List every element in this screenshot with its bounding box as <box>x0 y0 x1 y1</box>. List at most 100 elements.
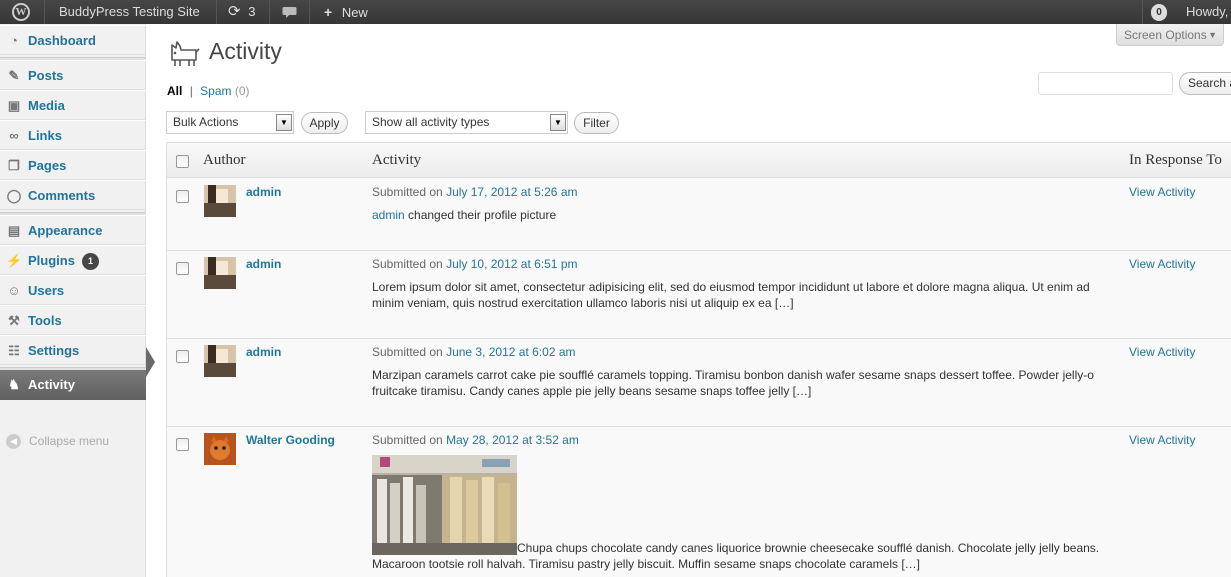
avatar[interactable] <box>204 257 236 289</box>
search-input[interactable] <box>1038 72 1173 95</box>
sidebar-item-label: Links <box>28 128 62 143</box>
activity-text: changed their profile picture <box>408 208 557 222</box>
plugin-updates-badge: 1 <box>82 253 99 270</box>
link-icon: ∞ <box>9 128 19 143</box>
activity-dog-icon <box>171 41 200 66</box>
admin-sidebar: ◔ Dashboard ✎ Posts ▣ Media ∞ Links ❐ Pa… <box>0 24 146 577</box>
search-activities-button[interactable]: Search a <box>1179 72 1231 95</box>
activity-icon: ♞ <box>8 377 20 392</box>
sidebar-item-tools[interactable]: ⚒ Tools <box>0 305 146 335</box>
filter-button[interactable]: Filter <box>574 112 619 134</box>
sidebar-item-label: Posts <box>28 68 64 83</box>
sidebar-item-label: Pages <box>28 158 67 173</box>
select-all-checkbox[interactable] <box>176 155 189 168</box>
sidebar-item-posts[interactable]: ✎ Posts <box>0 60 146 90</box>
updates-link[interactable]: ⟳ 3 <box>228 0 255 24</box>
submitted-prefix: Submitted on <box>372 433 443 447</box>
new-label: New <box>341 5 368 20</box>
notifications-badge[interactable]: 0 <box>1151 4 1167 21</box>
collapse-menu-button[interactable]: ◀ Collapse menu <box>0 430 146 452</box>
author-link[interactable]: admin <box>246 185 281 199</box>
column-in-response-to: In Response To <box>1129 152 1222 168</box>
author-link[interactable]: admin <box>246 345 281 359</box>
divider <box>309 0 310 24</box>
row-checkbox[interactable] <box>176 190 189 203</box>
filter-spam-link[interactable]: Spam <box>200 84 231 98</box>
sidebar-item-activity[interactable]: ♞ Activity <box>0 370 146 400</box>
activity-type-value: Show all activity types <box>372 115 490 129</box>
sidebar-item-media[interactable]: ▣ Media <box>0 90 146 120</box>
view-activity-link[interactable]: View Activity <box>1129 345 1195 359</box>
row-checkbox[interactable] <box>176 262 189 275</box>
users-icon: ☺ <box>7 283 21 298</box>
sidebar-item-users[interactable]: ☺ Users <box>0 275 146 305</box>
view-activity-link[interactable]: View Activity <box>1129 433 1195 447</box>
plug-icon: ⚡ <box>6 253 23 268</box>
howdy-account-link[interactable]: Howdy, <box>1186 0 1228 24</box>
activity-date-link[interactable]: June 3, 2012 at 6:02 am <box>446 345 575 359</box>
row-checkbox[interactable] <box>176 438 189 451</box>
sidebar-item-label: Activity <box>28 377 75 392</box>
site-name-link[interactable]: BuddyPress Testing Site <box>59 0 200 24</box>
filter-all-link[interactable]: All <box>167 84 182 98</box>
new-content-link[interactable]: + New <box>324 0 368 24</box>
sidebar-item-label: Comments <box>28 188 96 203</box>
row-checkbox[interactable] <box>176 350 189 363</box>
screen-options-button[interactable]: Screen Options ▼ <box>1116 24 1224 46</box>
submitted-date: Submitted on July 10, 2012 at 6:51 pm <box>372 257 577 271</box>
column-author[interactable]: Author <box>203 152 246 169</box>
sidebar-item-plugins[interactable]: ⚡ Plugins 1 <box>0 245 146 275</box>
submitted-date: Submitted on June 3, 2012 at 6:02 am <box>372 345 576 359</box>
apply-button[interactable]: Apply <box>301 112 348 134</box>
divider <box>269 0 270 24</box>
collapse-arrow-icon: ◀ <box>6 434 21 449</box>
table-row: Walter Gooding Submitted on May 28, 2012… <box>167 427 1231 577</box>
screen-options-label: Screen Options <box>1124 28 1207 42</box>
sidebar-item-pages[interactable]: ❐ Pages <box>0 150 146 180</box>
table-header: Author Activity In Response To <box>167 143 1231 178</box>
activity-date-link[interactable]: July 17, 2012 at 5:26 am <box>446 185 577 199</box>
avatar[interactable] <box>204 185 236 217</box>
view-activity-link[interactable]: View Activity <box>1129 257 1195 271</box>
sidebar-item-label: Users <box>28 283 65 298</box>
pages-icon: ❐ <box>8 158 20 173</box>
updates-count: 3 <box>248 4 256 19</box>
activity-text: Chupa chups chocolate candy canes liquor… <box>372 541 1100 571</box>
collapse-menu-label: Collapse menu <box>29 434 110 448</box>
main-content: Screen Options ▼ Activity All | Spam (0)… <box>146 24 1231 577</box>
view-activity-link[interactable]: View Activity <box>1129 185 1195 199</box>
avatar[interactable] <box>204 433 236 465</box>
dashboard-icon: ◔ <box>10 33 18 48</box>
divider <box>44 0 45 24</box>
activity-date-link[interactable]: May 28, 2012 at 3:52 am <box>446 433 579 447</box>
author-link[interactable]: Walter Gooding <box>246 433 335 447</box>
sidebar-item-links[interactable]: ∞ Links <box>0 120 146 150</box>
dropdown-arrow-icon: ▼ <box>550 114 566 131</box>
refresh-icon: ⟳ <box>228 3 241 20</box>
tools-icon: ⚒ <box>8 313 20 328</box>
comment-bubble-icon <box>282 7 297 18</box>
activity-date-link[interactable]: July 10, 2012 at 6:51 pm <box>446 257 577 271</box>
media-icon: ▣ <box>7 98 21 113</box>
avatar[interactable] <box>204 345 236 377</box>
wordpress-logo-icon[interactable]: W <box>12 3 30 21</box>
activity-type-select[interactable]: Show all activity types ▼ <box>365 111 568 134</box>
submitted-prefix: Submitted on <box>372 345 443 359</box>
sidebar-item-appearance[interactable]: ▤ Appearance <box>0 215 146 245</box>
spam-count: (0) <box>234 84 250 98</box>
bulk-actions-value: Bulk Actions <box>173 115 239 129</box>
activity-text: Lorem ipsum dolor sit amet, consectetur … <box>372 280 1090 310</box>
sidebar-item-comments[interactable]: ◯ Comments <box>0 180 146 210</box>
table-row: admin Submitted on July 10, 2012 at 6:51… <box>167 251 1231 339</box>
submitted-prefix: Submitted on <box>372 185 443 199</box>
sidebar-item-dashboard[interactable]: ◔ Dashboard <box>0 25 146 55</box>
activity-table: Author Activity In Response To admin Sub… <box>166 142 1231 577</box>
page-title: Activity <box>209 38 282 64</box>
divider <box>1142 0 1143 24</box>
user-link[interactable]: admin <box>372 208 405 222</box>
admin-bar: W BuddyPress Testing Site ⟳ 3 + New 0 Ho… <box>0 0 1231 24</box>
table-row: admin Submitted on July 17, 2012 at 5:26… <box>167 179 1231 251</box>
author-link[interactable]: admin <box>246 257 281 271</box>
sidebar-item-settings[interactable]: ☷ Settings <box>0 335 146 365</box>
bulk-actions-select[interactable]: Bulk Actions ▼ <box>166 111 294 134</box>
